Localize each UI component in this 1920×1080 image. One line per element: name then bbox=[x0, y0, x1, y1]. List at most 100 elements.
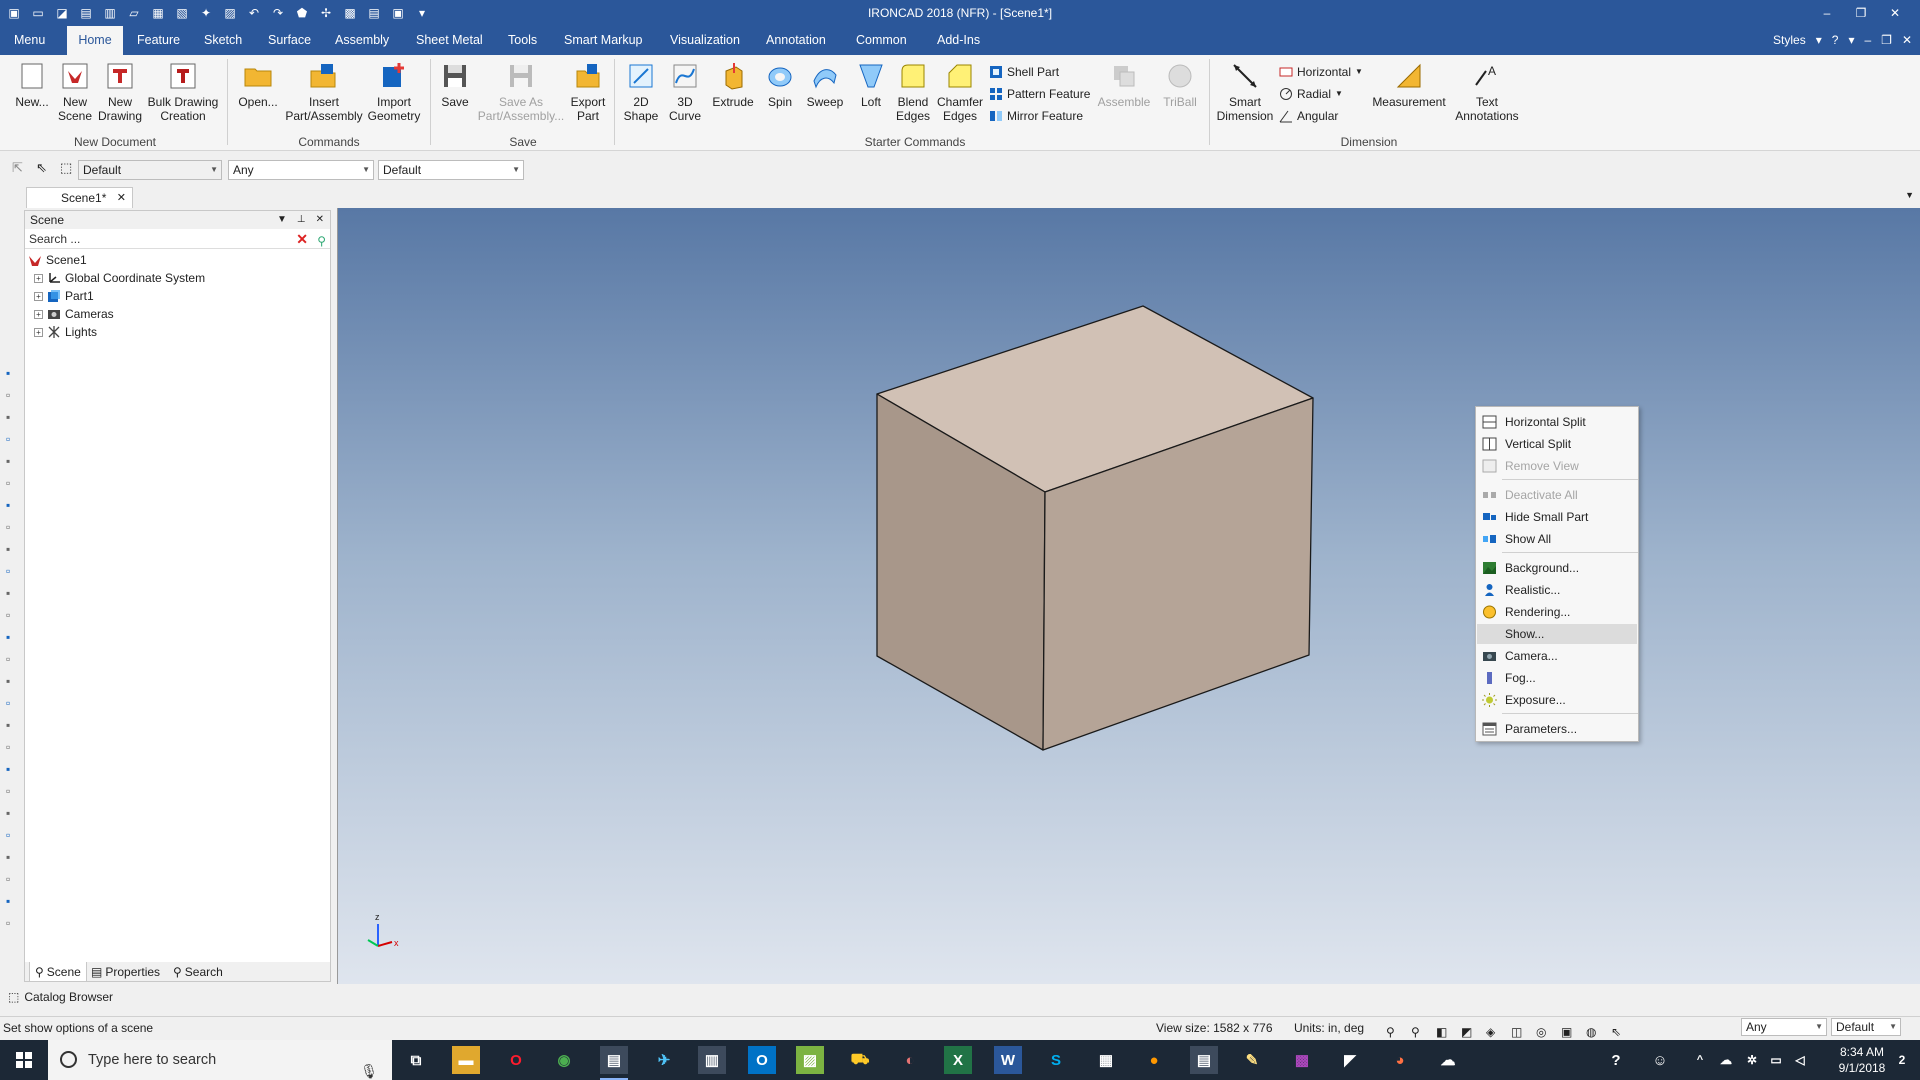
strip-tool-icon[interactable]: ▫ bbox=[6, 388, 20, 402]
tab-properties[interactable]: ▤ Properties bbox=[91, 962, 160, 982]
panel-menu-icon[interactable]: ▼ bbox=[277, 211, 287, 229]
menu-item-exposure[interactable]: Exposure... bbox=[1477, 690, 1637, 710]
strip-tool-icon[interactable]: ▫ bbox=[6, 432, 20, 446]
2d-shape-button[interactable]: 2D Shape bbox=[620, 61, 662, 123]
standard-views-icon[interactable]: ◩ bbox=[1461, 1021, 1477, 1039]
excel-icon[interactable]: X bbox=[944, 1046, 972, 1074]
strip-tool-icon[interactable]: ▪ bbox=[6, 586, 20, 600]
lighting-icon[interactable]: ◍ bbox=[1586, 1021, 1602, 1039]
tab-visualization[interactable]: Visualization bbox=[662, 26, 748, 55]
tab-assembly[interactable]: Assembly bbox=[327, 26, 397, 55]
shading-icon[interactable]: ◎ bbox=[1536, 1021, 1552, 1039]
catalog-browser-bar[interactable]: ⬚ Catalog Browser bbox=[0, 988, 1920, 1006]
tool-app-icon[interactable]: ▩ bbox=[1288, 1046, 1316, 1074]
doc-restore-icon[interactable]: ❐ bbox=[1881, 33, 1892, 47]
menu-item-show[interactable]: Show... bbox=[1477, 624, 1637, 644]
ironcad-taskbar-icon[interactable]: ▤ bbox=[600, 1046, 628, 1080]
zoom-icon[interactable]: ⚲ bbox=[1386, 1021, 1402, 1039]
angular-dimension-button[interactable]: Angular bbox=[1279, 107, 1338, 125]
expand-icon[interactable]: + bbox=[34, 327, 43, 337]
strip-tool-icon[interactable]: ▪ bbox=[6, 718, 20, 732]
mirror-feature-button[interactable]: Mirror Feature bbox=[989, 107, 1083, 125]
outlook-icon[interactable]: O bbox=[748, 1046, 776, 1074]
shell-part-button[interactable]: Shell Part bbox=[989, 63, 1059, 81]
new-scene-button[interactable]: New Scene bbox=[56, 61, 94, 123]
export-part-button[interactable]: Export Part bbox=[568, 61, 608, 123]
select-filter-icon[interactable]: ⬚ bbox=[60, 160, 72, 176]
camera-tools-icon[interactable]: ◈ bbox=[1486, 1021, 1502, 1039]
calculator-icon[interactable]: ▦ bbox=[1092, 1046, 1120, 1074]
menu-item-hide-small-part[interactable]: Hide Small Part bbox=[1477, 507, 1637, 527]
tab-smart-markup[interactable]: Smart Markup bbox=[556, 26, 651, 55]
menu-item-parameters[interactable]: Parameters... bbox=[1477, 719, 1637, 739]
bulk-drawing-creation-button[interactable]: Bulk Drawing Creation bbox=[146, 61, 220, 123]
strip-tool-icon[interactable]: ▪ bbox=[6, 894, 20, 908]
open-button[interactable]: Open... bbox=[236, 61, 280, 109]
pin-icon[interactable]: ⊥ bbox=[297, 211, 306, 229]
strip-tool-icon[interactable]: ▫ bbox=[6, 696, 20, 710]
restore-button[interactable]: ❐ bbox=[1844, 2, 1878, 24]
tab-sheet-metal[interactable]: Sheet Metal bbox=[408, 26, 491, 55]
strip-tool-icon[interactable]: ▫ bbox=[6, 476, 20, 490]
strip-tool-icon[interactable]: ▪ bbox=[6, 762, 20, 776]
scene-search-input[interactable]: Search ... ✕ ⚲ bbox=[25, 229, 330, 249]
zoom-area-icon[interactable]: ⚲ bbox=[1411, 1021, 1427, 1039]
store-icon[interactable]: ⛟ bbox=[846, 1046, 874, 1074]
strip-tool-icon[interactable]: ▫ bbox=[6, 520, 20, 534]
strip-tool-icon[interactable]: ▪ bbox=[6, 806, 20, 820]
menu-item-fog[interactable]: Fog... bbox=[1477, 668, 1637, 688]
tab-feature[interactable]: Feature bbox=[129, 26, 188, 55]
radial-dimension-button[interactable]: Radial ▼ bbox=[1279, 85, 1343, 103]
firefox-icon[interactable]: ◕ bbox=[1386, 1046, 1414, 1074]
3d-viewport[interactable]: z x bbox=[337, 208, 1920, 984]
strip-tool-icon[interactable]: ▪ bbox=[6, 454, 20, 468]
strip-tool-icon[interactable]: ▫ bbox=[6, 740, 20, 754]
ironcad-drawing-icon[interactable]: ▥ bbox=[698, 1046, 726, 1074]
onedrive-icon[interactable]: ☁ bbox=[1434, 1046, 1462, 1074]
menu-item-deactivate-all[interactable]: Deactivate All bbox=[1477, 485, 1637, 505]
fruit-app-icon[interactable]: ● bbox=[1140, 1046, 1168, 1074]
text-annotations-button[interactable]: A Text Annotations bbox=[1450, 61, 1524, 123]
assemble-button[interactable]: Assemble bbox=[1096, 61, 1152, 109]
new-button[interactable]: New... bbox=[10, 61, 54, 109]
triball-button[interactable]: TriBall bbox=[1156, 61, 1204, 109]
box-part[interactable] bbox=[876, 305, 1314, 751]
tab-add-ins[interactable]: Add-Ins bbox=[929, 26, 988, 55]
sweep-button[interactable]: Sweep bbox=[804, 61, 846, 109]
strip-tool-icon[interactable]: ▫ bbox=[6, 916, 20, 930]
document-tab-scene1[interactable]: Scene1* ✕ bbox=[26, 187, 133, 208]
insert-part-assembly-button[interactable]: Insert Part/Assembly bbox=[284, 61, 364, 123]
panel-close-icon[interactable]: ✕ bbox=[316, 211, 324, 229]
chevron-down-icon[interactable]: ▾ bbox=[1848, 33, 1854, 47]
close-tab-icon[interactable]: ✕ bbox=[117, 188, 126, 208]
status-filter-combo[interactable]: Any ▼ bbox=[1741, 1018, 1827, 1036]
menu-item-horizontal-split[interactable]: Horizontal Split bbox=[1477, 412, 1637, 432]
strip-tool-icon[interactable]: ▪ bbox=[6, 850, 20, 864]
doc-minimize-icon[interactable]: – bbox=[1864, 33, 1871, 47]
import-geometry-button[interactable]: Import Geometry bbox=[366, 61, 422, 123]
extrude-button[interactable]: Extrude bbox=[708, 61, 758, 109]
word-icon[interactable]: W bbox=[994, 1046, 1022, 1074]
style-combo[interactable]: Default ▼ bbox=[78, 160, 222, 180]
3d-curve-button[interactable]: 3D Curve bbox=[665, 61, 705, 123]
tab-scene[interactable]: ⚲ Scene bbox=[29, 962, 87, 982]
spin-button[interactable]: Spin bbox=[762, 61, 798, 109]
search-filter-icon[interactable]: ⚲ bbox=[317, 231, 326, 251]
doc-close-icon[interactable]: ✕ bbox=[1902, 33, 1912, 47]
strip-tool-icon[interactable]: ▫ bbox=[6, 872, 20, 886]
tray-cloud-icon[interactable]: ☁ bbox=[1712, 1046, 1740, 1074]
blend-edges-button[interactable]: Blend Edges bbox=[894, 61, 932, 123]
tree-node-lights[interactable]: + Lights bbox=[34, 323, 97, 341]
expand-icon[interactable]: + bbox=[34, 273, 43, 283]
tab-list-icon[interactable]: ▼ bbox=[1905, 190, 1914, 200]
tab-common[interactable]: Common bbox=[848, 26, 915, 55]
task-view-icon[interactable]: ⧉ bbox=[402, 1046, 430, 1074]
minimize-button[interactable]: – bbox=[1810, 2, 1844, 24]
menu-item-rendering[interactable]: Rendering... bbox=[1477, 602, 1637, 622]
new-drawing-button[interactable]: New Drawing bbox=[96, 61, 144, 123]
expand-icon[interactable]: + bbox=[34, 291, 43, 301]
save-button[interactable]: Save bbox=[438, 61, 472, 109]
loft-button[interactable]: Loft bbox=[852, 61, 890, 109]
horizontal-dimension-button[interactable]: Horizontal ▼ bbox=[1279, 63, 1363, 81]
strip-tool-icon[interactable]: ▫ bbox=[6, 608, 20, 622]
